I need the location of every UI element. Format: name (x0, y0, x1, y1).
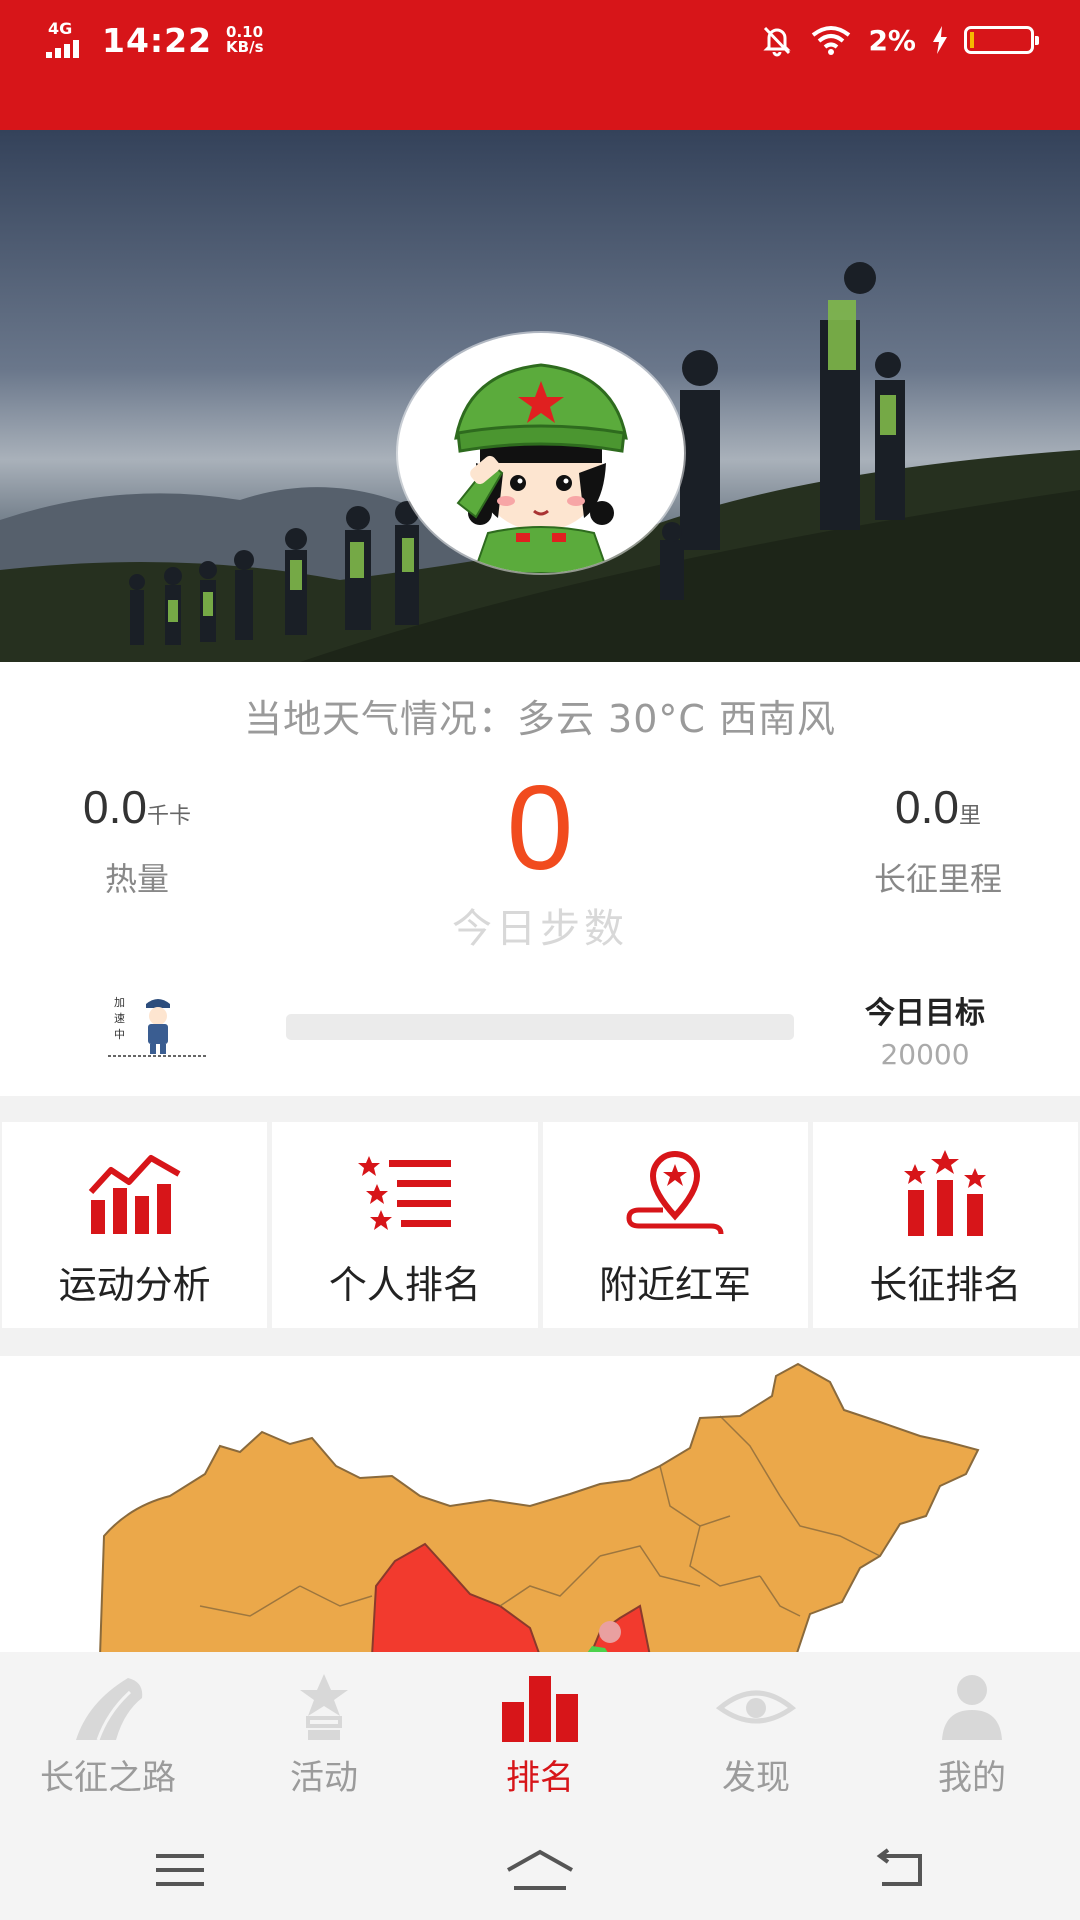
china-map[interactable] (0, 1356, 1080, 1656)
daily-goal[interactable]: 今日目标 20000 (850, 988, 1000, 1071)
menu-item-nearby-red-army[interactable]: 附近红军 (542, 1122, 808, 1328)
calories-value: 0.0 (83, 781, 147, 833)
network-type: 4G (48, 19, 73, 38)
goal-value: 20000 (880, 1038, 970, 1071)
distance-unit: 里 (958, 804, 981, 829)
network-signal-icon: 4G (46, 20, 88, 60)
network-speed: 0.10 KB/s (226, 25, 263, 55)
network-speed-unit: KB/s (226, 38, 264, 56)
stats-card: 当地天气情况：多云 30°C 西南风 0.0千卡 热量 0 今日步数 0.0里 … (0, 662, 1080, 1096)
menu-item-label: 运动分析 (58, 1263, 211, 1307)
svg-text:中: 中 (114, 1028, 125, 1041)
status-bar: 4G 14:22 0.10 KB/s 2% (0, 0, 1080, 130)
avatar[interactable] (398, 333, 684, 573)
status-time: 14:22 (102, 20, 213, 60)
nav-mine[interactable]: 我的 (864, 1652, 1080, 1820)
wifi-icon (812, 26, 851, 55)
podium-stars-icon (904, 1150, 987, 1236)
system-nav-bar (0, 1820, 1080, 1920)
calories-label: 热量 (104, 860, 169, 898)
menu-item-label: 附近红军 (599, 1263, 752, 1307)
distance-stat: 0.0里 长征里程 (858, 780, 1018, 900)
nav-discover[interactable]: 发现 (648, 1652, 864, 1820)
calories-stat: 0.0千卡 热量 (62, 780, 212, 900)
nav-ranking[interactable]: 排名 (432, 1652, 648, 1820)
hero-banner (0, 130, 1080, 662)
calories-unit: 千卡 (146, 804, 191, 829)
goal-progress-bar (286, 1014, 794, 1040)
menu-item-personal-ranking[interactable]: 个人排名 (272, 1122, 538, 1328)
svg-text:速: 速 (114, 1012, 125, 1025)
menu-item-label: 个人排名 (328, 1263, 481, 1307)
marching-soldier-icon: 加 速 中 (108, 996, 208, 1057)
status-right: 2% (760, 18, 1039, 62)
ranking-bars-icon (502, 1676, 578, 1742)
nav-label: 我的 (938, 1758, 1006, 1798)
back-button[interactable] (850, 1835, 950, 1905)
chart-icon (88, 1155, 181, 1234)
nav-label: 活动 (290, 1758, 358, 1798)
bottom-nav: 长征之路 活动 排名 发现 我的 (0, 1652, 1080, 1820)
steps-stat: 0 今日步数 (340, 768, 740, 954)
steps-value: 0 (506, 761, 574, 895)
star-list-icon (357, 1156, 451, 1230)
home-icon (507, 1849, 573, 1890)
steps-label: 今日步数 (452, 906, 628, 952)
china-map-graphic (98, 1362, 980, 1656)
nav-label: 发现 (722, 1758, 790, 1798)
nav-activities[interactable]: 活动 (216, 1652, 432, 1820)
eye-icon (716, 1690, 796, 1724)
menu-icon (156, 1854, 204, 1886)
nav-label: 排名 (506, 1758, 574, 1798)
weather-info: 当地天气情况：多云 30°C 西南风 (243, 697, 837, 741)
menu-item-long-march-ranking[interactable]: 长征排名 (812, 1122, 1078, 1328)
person-icon (942, 1675, 1002, 1740)
distance-label: 长征里程 (873, 860, 1002, 898)
location-star-icon (626, 1151, 724, 1235)
home-button[interactable] (490, 1835, 590, 1905)
menu-item-sport-analysis[interactable]: 运动分析 (2, 1122, 268, 1328)
charging-icon (933, 26, 947, 54)
goal-label: 今日目标 (865, 996, 985, 1031)
nav-label: 长征之路 (40, 1758, 176, 1798)
red-army-cartoon-icon (454, 363, 628, 573)
menu-button[interactable] (130, 1835, 230, 1905)
road-icon (76, 1678, 143, 1741)
battery-icon (964, 26, 1039, 54)
nav-long-march-road[interactable]: 长征之路 (0, 1652, 216, 1820)
status-left: 4G 14:22 0.10 KB/s (46, 18, 264, 62)
distance-value: 0.0 (895, 781, 959, 833)
back-icon (876, 1848, 922, 1886)
svg-text:加: 加 (114, 996, 125, 1009)
battery-percent: 2% (868, 23, 916, 57)
menu-item-label: 长征排名 (869, 1263, 1022, 1307)
star-badge-icon (300, 1674, 348, 1740)
bell-off-icon (763, 26, 792, 57)
feature-menu: 运动分析 个人排名 附近红军 长征排名 (0, 1122, 1080, 1328)
